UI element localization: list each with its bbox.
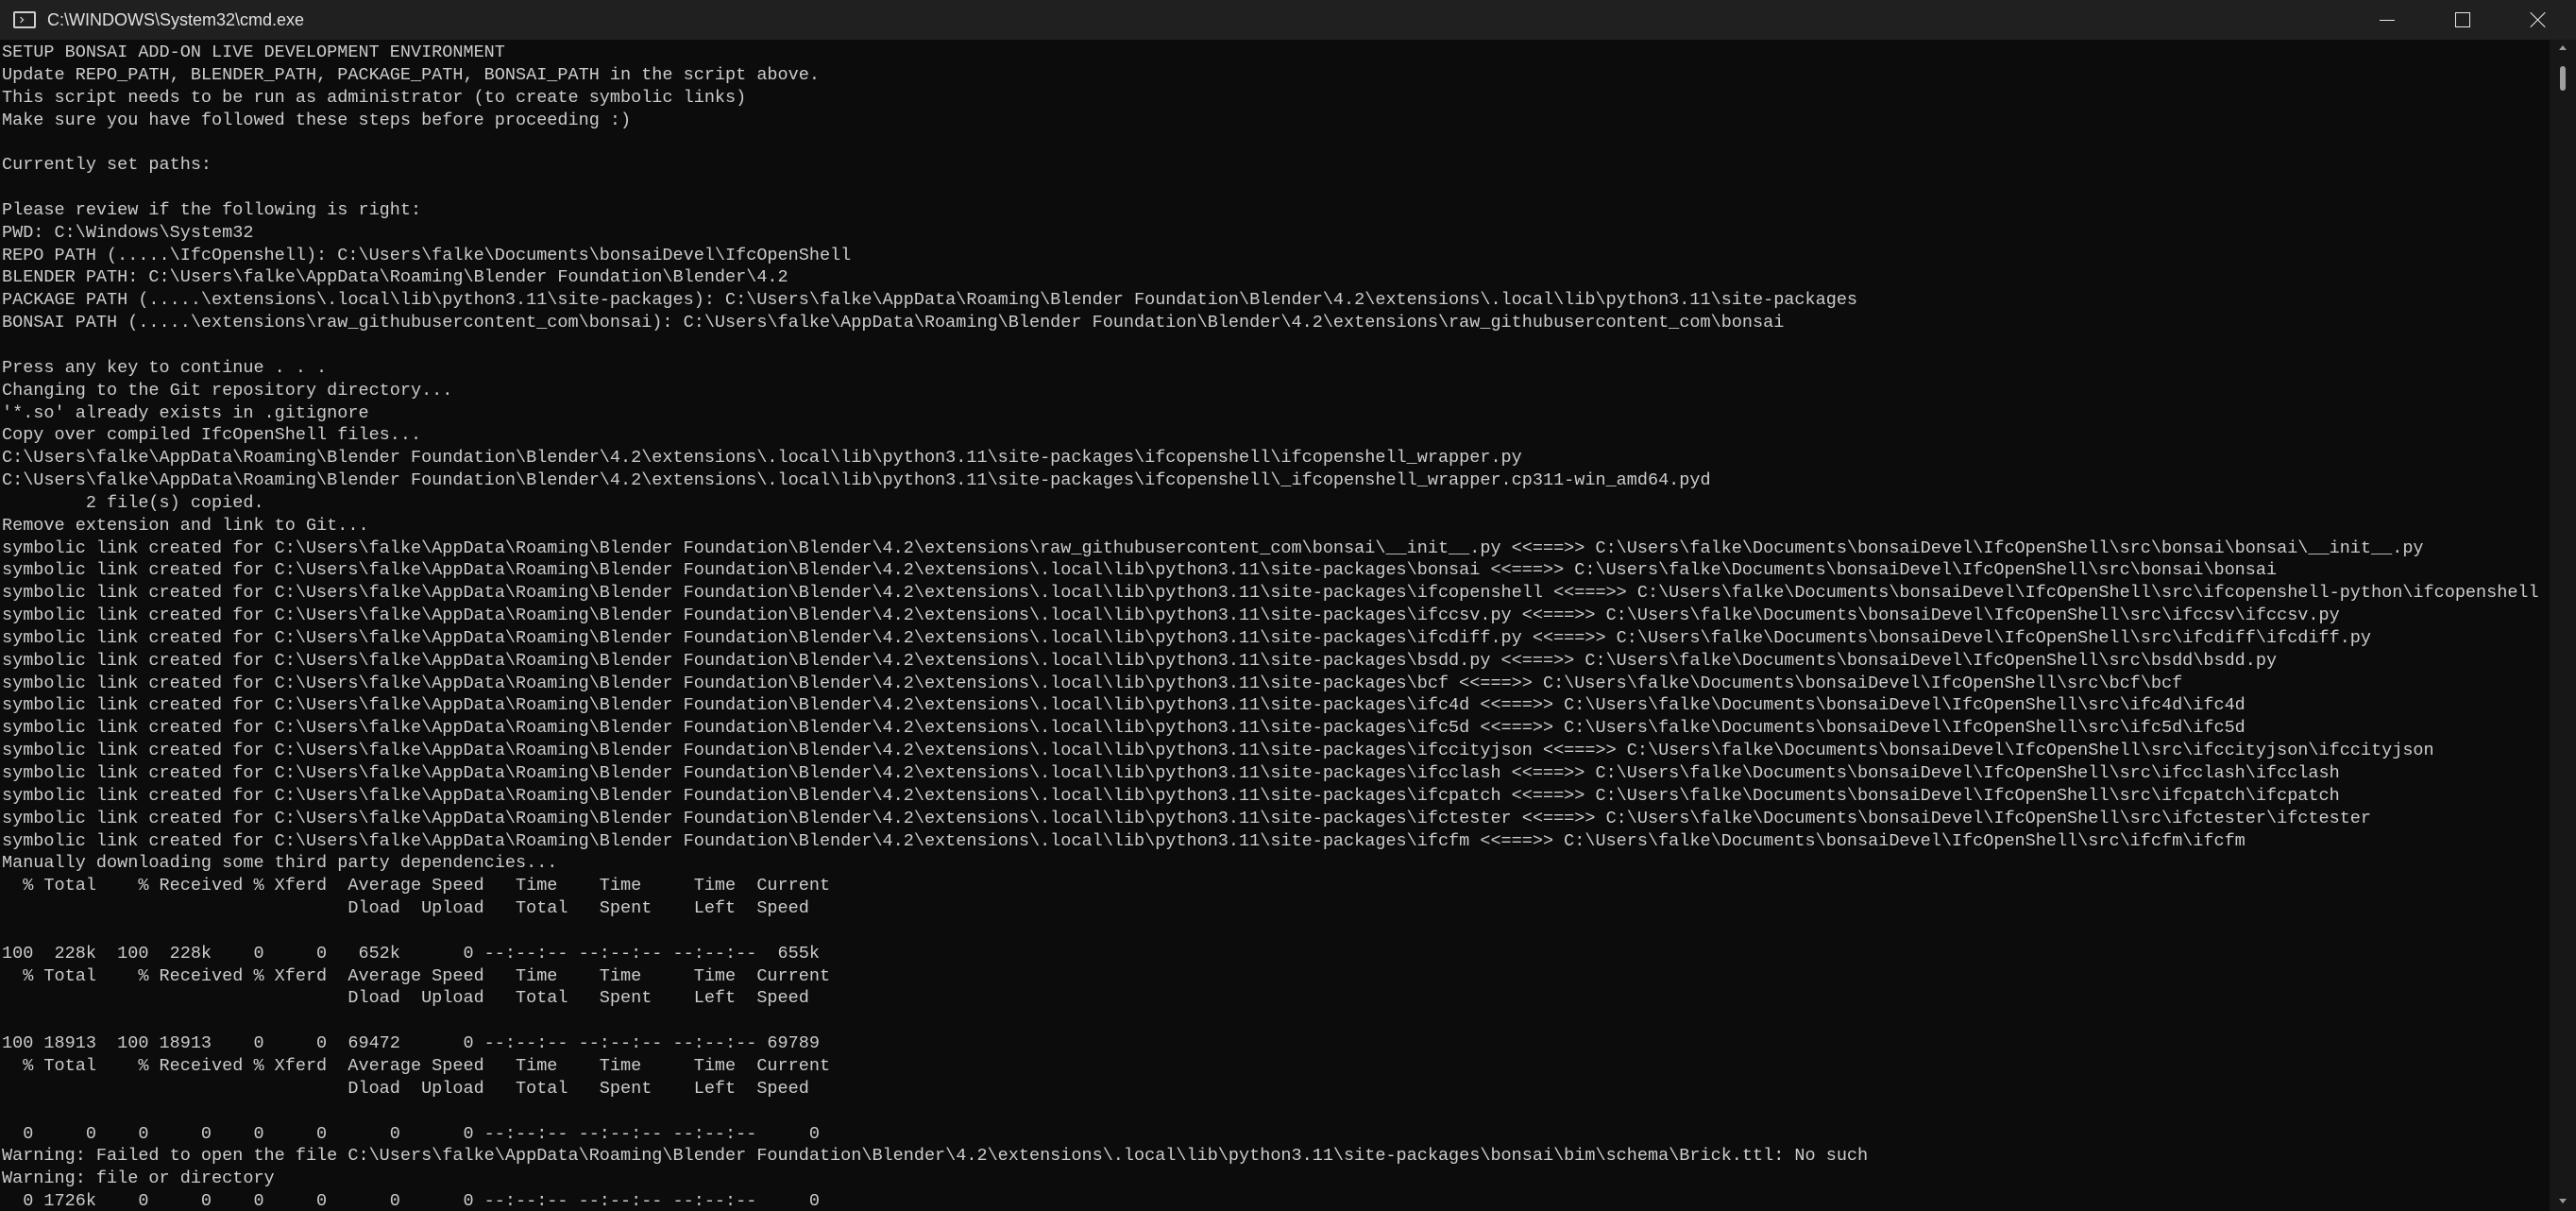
console-line: % Total % Received % Xferd Average Speed… — [2, 965, 831, 986]
console-line: Manually downloading some third party de… — [2, 853, 558, 874]
console-line: Dload Upload Total Spent Left Speed — [2, 988, 809, 1009]
console-line: PACKAGE PATH (.....\extensions\.local\li… — [2, 290, 1858, 311]
vertical-scrollbar[interactable] — [2550, 40, 2576, 1211]
console-line: Please review if the following is right: — [2, 199, 422, 220]
console-line: 100 228k 100 228k 0 0 652k 0 --:--:-- --… — [2, 943, 820, 964]
close-icon — [2530, 11, 2547, 28]
close-button[interactable] — [2500, 0, 2576, 40]
console-line: Warning: file or directory — [2, 1168, 275, 1189]
console-output[interactable]: SETUP BONSAI ADD-ON LIVE DEVELOPMENT ENV… — [0, 40, 2550, 1211]
maximize-button[interactable] — [2425, 0, 2500, 40]
console-line: C:\Users\falke\AppData\Roaming\Blender F… — [2, 448, 1522, 469]
console-line: symbolic link created for C:\Users\falke… — [2, 627, 2372, 648]
console-line: Currently set paths: — [2, 155, 212, 176]
scrollbar-thumb[interactable] — [2560, 66, 2566, 91]
console-line: This script needs to be run as administr… — [2, 87, 747, 108]
console-line: Press any key to continue . . . — [2, 357, 328, 378]
console-line: Dload Upload Total Spent Left Speed — [2, 898, 809, 919]
console-line: Update REPO_PATH, BLENDER_PATH, PACKAGE_… — [2, 64, 820, 85]
console-line: symbolic link created for C:\Users\falke… — [2, 673, 2183, 693]
scroll-down-icon[interactable] — [2559, 1199, 2567, 1203]
console-app-icon[interactable] — [13, 11, 36, 28]
title-bar[interactable]: C:\WINDOWS\System32\cmd.exe — [0, 0, 2576, 40]
console-text: SETUP BONSAI ADD-ON LIVE DEVELOPMENT ENV… — [0, 40, 2550, 1211]
console-line: symbolic link created for C:\Users\falke… — [2, 718, 2246, 739]
console-line: symbolic link created for C:\Users\falke… — [2, 606, 2340, 626]
console-line: symbolic link created for C:\Users\falke… — [2, 650, 2278, 671]
console-line: PWD: C:\Windows\System32 — [2, 222, 254, 243]
console-line: Remove extension and link to Git... — [2, 515, 369, 536]
console-line: 0 1726k 0 0 0 0 0 0 --:--:-- --:--:-- --… — [2, 1191, 820, 1211]
console-line: symbolic link created for C:\Users\falke… — [2, 763, 2340, 783]
window-title: C:\WINDOWS\System32\cmd.exe — [47, 9, 305, 29]
console-line: symbolic link created for C:\Users\falke… — [2, 785, 2340, 806]
console-line: symbolic link created for C:\Users\falke… — [2, 695, 2246, 716]
console-line: 2 file(s) copied. — [2, 492, 264, 513]
console-line: % Total % Received % Xferd Average Speed… — [2, 1055, 831, 1076]
console-line: SETUP BONSAI ADD-ON LIVE DEVELOPMENT ENV… — [2, 43, 505, 62]
console-line: 100 18913 100 18913 0 0 69472 0 --:--:--… — [2, 1033, 820, 1054]
console-line: Dload Upload Total Spent Left Speed — [2, 1078, 809, 1099]
console-line: Warning: Failed to open the file C:\User… — [2, 1146, 1869, 1167]
minimize-icon — [2380, 19, 2395, 21]
console-line: BLENDER PATH: C:\Users\falke\AppData\Roa… — [2, 267, 788, 288]
console-line: BONSAI PATH (.....\extensions\raw_github… — [2, 313, 1785, 333]
console-line: % Total % Received % Xferd Average Speed… — [2, 876, 831, 896]
console-line: C:\Users\falke\AppData\Roaming\Blender F… — [2, 470, 1711, 491]
console-line: Make sure you have followed these steps … — [2, 110, 632, 130]
console-line: Changing to the Git repository directory… — [2, 380, 453, 401]
console-line: symbolic link created for C:\Users\falke… — [2, 537, 2424, 558]
console-line: REPO PATH (.....\IfcOpenshell): C:\Users… — [2, 245, 852, 265]
window-controls — [2349, 0, 2576, 40]
cmd-window: C:\WINDOWS\System32\cmd.exe SETUP BONSAI… — [0, 0, 2576, 1211]
console-line: symbolic link created for C:\Users\falke… — [2, 583, 2539, 604]
console-line: symbolic link created for C:\Users\falke… — [2, 741, 2434, 761]
minimize-button[interactable] — [2349, 0, 2425, 40]
console-line: symbolic link created for C:\Users\falke… — [2, 808, 2372, 828]
console-line: symbolic link created for C:\Users\falke… — [2, 560, 2278, 581]
console-line: 0 0 0 0 0 0 0 0 --:--:-- --:--:-- --:--:… — [2, 1123, 820, 1144]
scroll-up-icon[interactable] — [2559, 45, 2567, 50]
console-line: symbolic link created for C:\Users\falke… — [2, 830, 2246, 851]
console-line: Copy over compiled IfcOpenShell files... — [2, 425, 422, 446]
console-line: '*.so' already exists in .gitignore — [2, 402, 369, 423]
maximize-icon — [2455, 12, 2470, 27]
